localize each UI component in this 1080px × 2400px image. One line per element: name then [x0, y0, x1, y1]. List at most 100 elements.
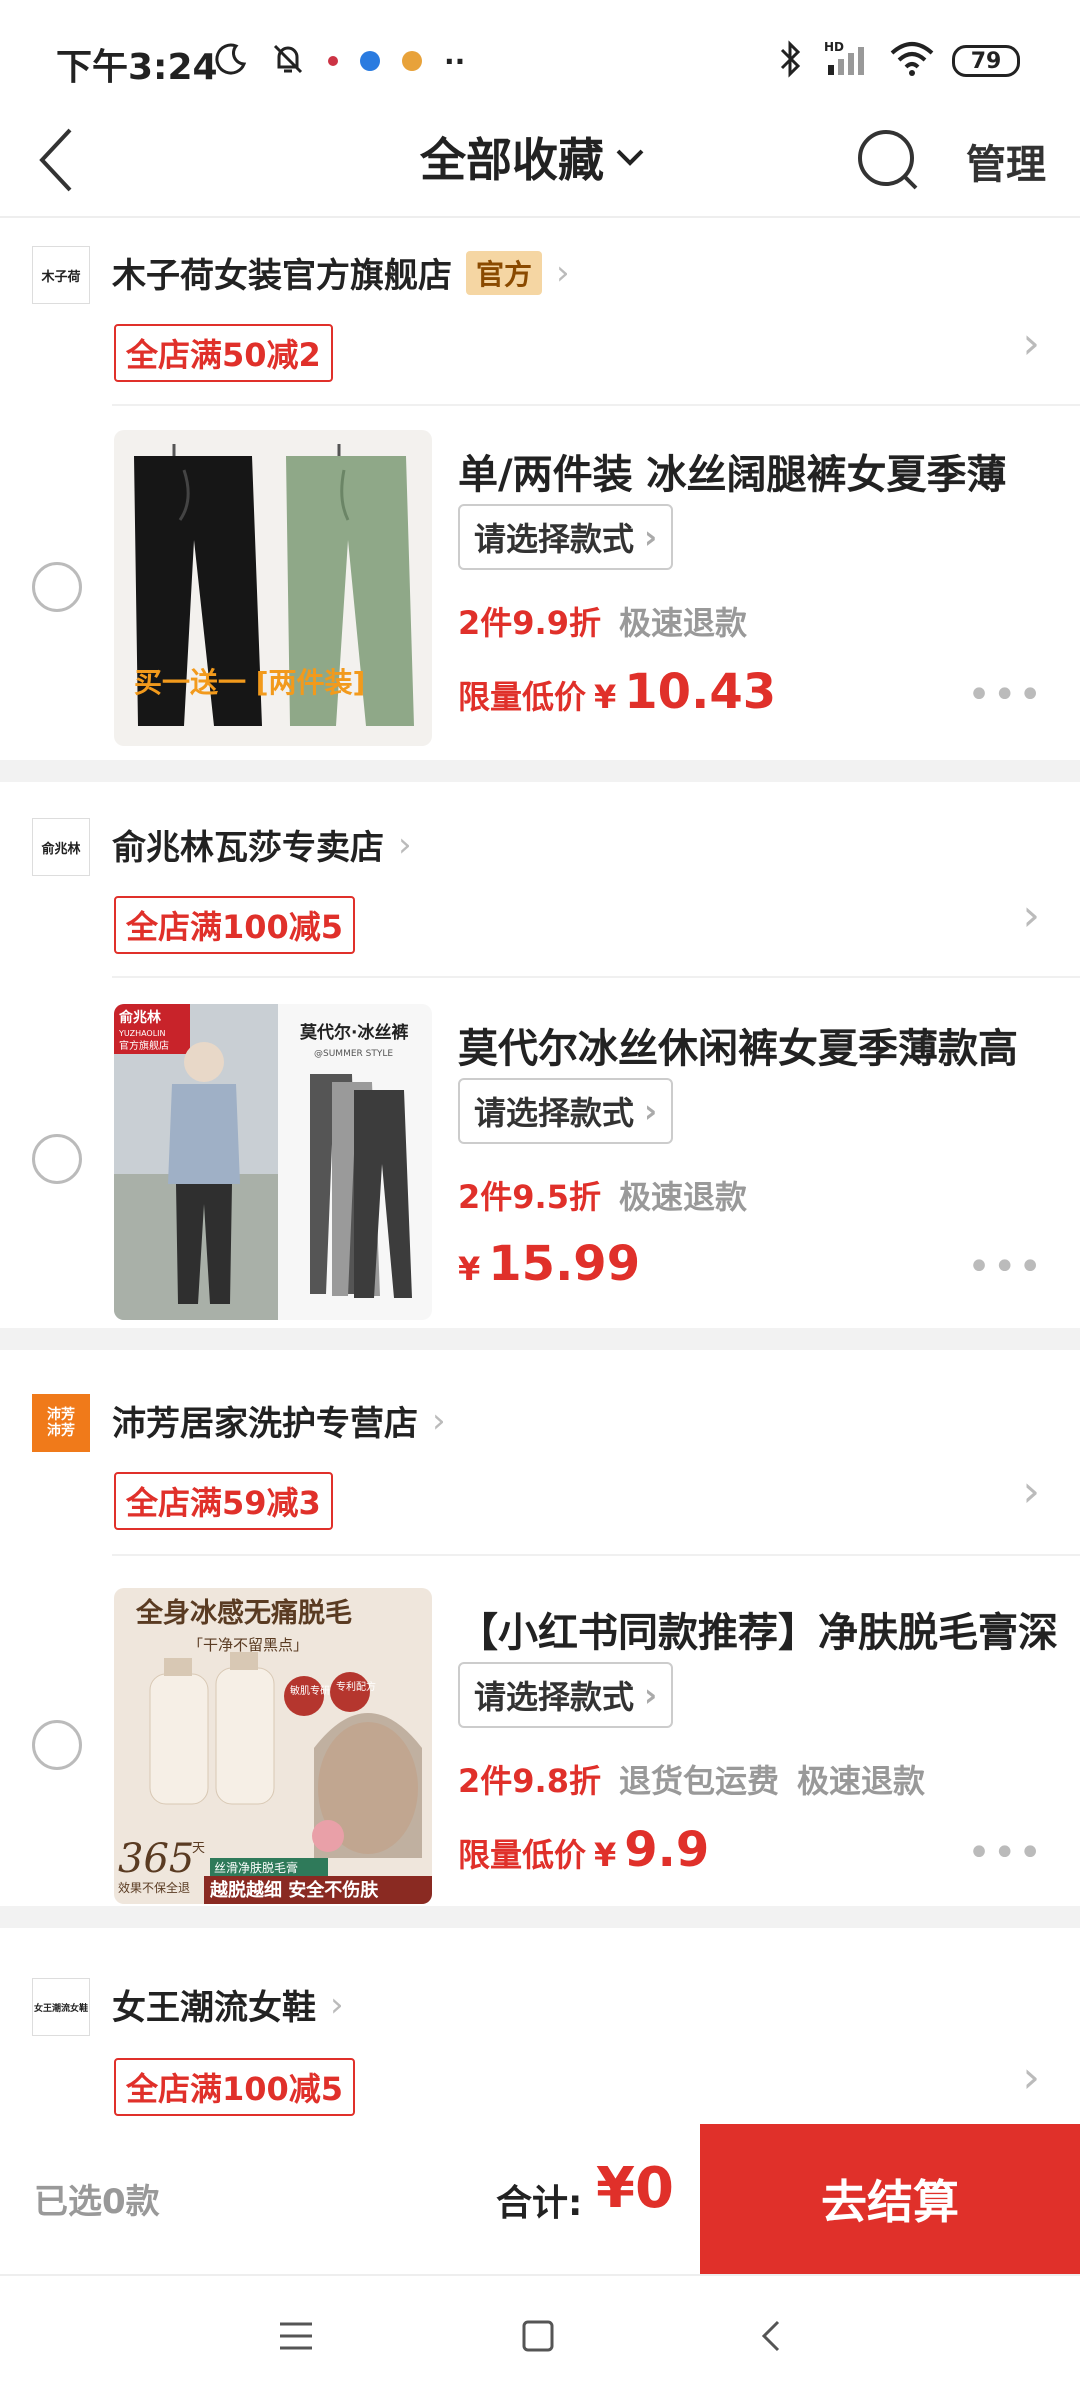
- product-title[interactable]: 【小红书同款推荐】净肤脱毛膏深: [458, 1600, 1058, 1658]
- title-dropdown[interactable]: 全部收藏: [420, 124, 648, 190]
- section-divider: [0, 1328, 1080, 1350]
- chevron-right-icon[interactable]: ›: [1022, 1466, 1040, 1517]
- header: 全部收藏 管理: [0, 100, 1080, 218]
- select-checkbox[interactable]: [32, 1134, 82, 1184]
- svg-text:HD: HD: [824, 40, 844, 54]
- price-row: 限量低价 ¥ 10.43: [458, 664, 776, 720]
- status-icons-right: HD 79: [778, 36, 1020, 86]
- product-image[interactable]: 俞兆林 YUZHAOLIN 官方旗舰店 莫代尔·冰丝裤 @SUMMER STYL…: [114, 1004, 432, 1320]
- product-price: 9.9: [624, 1822, 710, 1878]
- menu-button[interactable]: [266, 2306, 326, 2366]
- product-title[interactable]: 莫代尔冰丝休闲裤女夏季薄款高: [458, 1016, 1058, 1074]
- image-headline: 全身冰感无痛脱毛: [135, 1597, 352, 1629]
- menu-icon: [280, 2322, 312, 2350]
- divider: [112, 1554, 1080, 1556]
- mute-bell-icon: [270, 41, 306, 81]
- style-select-button[interactable]: 请选择款式 ›: [458, 1662, 674, 1728]
- price-row: ¥ 15.99: [458, 1236, 640, 1292]
- home-button[interactable]: [508, 2306, 568, 2366]
- checkout-button[interactable]: 去结算: [700, 2124, 1080, 2274]
- battery-indicator: 79: [952, 45, 1020, 77]
- style-select-button[interactable]: 请选择款式 ›: [458, 504, 674, 570]
- price-label: 限量低价: [458, 1836, 587, 1874]
- search-button[interactable]: [850, 122, 930, 202]
- price-label: 限量低价: [458, 678, 587, 716]
- back-icon: [761, 2320, 780, 2352]
- refund-tag: 极速退款: [618, 1178, 747, 1216]
- moon-icon: [214, 42, 248, 80]
- checkout-bar: 已选0款 合计: ¥0 去结算: [0, 2124, 1080, 2274]
- product-image[interactable]: 全身冰感无痛脱毛 「干净不留黑点」 敏肌专研 专利配方 365 天 效果不保全退…: [114, 1588, 432, 1904]
- store-card: 俞兆林 俞兆林瓦莎专卖店 › 全店满100减5 › 俞兆林 YUZHAOLIN …: [0, 782, 1080, 1328]
- product-title[interactable]: 单/两件装 冰丝阔腿裤女夏季薄: [458, 442, 1058, 500]
- chevron-right-icon: ›: [398, 824, 412, 865]
- more-options-icon[interactable]: •••: [967, 672, 1044, 718]
- image-brand-sub: 官方旗舰店: [119, 1039, 169, 1052]
- back-arrow-icon: [39, 128, 72, 192]
- section-divider: [0, 760, 1080, 782]
- store-logo: 俞兆林: [32, 818, 90, 876]
- search-icon: [858, 130, 918, 190]
- app-notification-icon-2: [402, 51, 422, 71]
- back-button[interactable]: [30, 120, 110, 200]
- product-tags: 2件9.5折 极速退款: [458, 1172, 747, 1218]
- refund-tag: 极速退款: [796, 1762, 925, 1800]
- currency-symbol: ¥: [594, 1836, 617, 1874]
- image-caption-en: @SUMMER STYLE: [314, 1049, 393, 1059]
- divider: [112, 404, 1080, 406]
- store-coupon[interactable]: 全店满100减5: [114, 2058, 356, 2116]
- section-divider: [0, 1906, 1080, 1928]
- chevron-right-icon[interactable]: ›: [1022, 890, 1040, 941]
- more-notifications-icon: ··: [444, 44, 466, 78]
- image-brand-en: YUZHAOLIN: [118, 1029, 166, 1038]
- store-coupon[interactable]: 全店满100减5: [114, 896, 356, 954]
- app-notification-icon: [360, 51, 380, 71]
- signal-icon: HD: [822, 39, 872, 83]
- total-label: 合计:: [496, 2183, 583, 2224]
- store-card: 沛芳 沛芳 沛芳居家洗护专营店 › 全店满59减3 › 全身冰感无痛脱毛 「干净不…: [0, 1350, 1080, 1906]
- discount-tag: 2件9.9折: [458, 604, 601, 642]
- store-header[interactable]: 沛芳居家洗护专营店 ›: [112, 1396, 446, 1445]
- store-header[interactable]: 俞兆林瓦莎专卖店 ›: [112, 820, 412, 869]
- style-select-button[interactable]: 请选择款式 ›: [458, 1078, 674, 1144]
- home-icon: [522, 2320, 554, 2352]
- style-label: 请选择款式: [474, 1678, 635, 1716]
- image-badge-1: 敏肌专研: [290, 1684, 330, 1697]
- price-row: 限量低价 ¥ 9.9: [458, 1822, 709, 1878]
- image-365-sub: 效果不保全退: [118, 1880, 190, 1895]
- more-options-icon[interactable]: •••: [967, 1244, 1044, 1290]
- store-header[interactable]: 女王潮流女鞋 ›: [112, 1980, 344, 2029]
- chevron-right-icon[interactable]: ›: [1022, 2052, 1040, 2103]
- store-card: 女王潮流女鞋 女王潮流女鞋 › 全店满100减5 ›: [0, 1928, 1080, 2124]
- bluetooth-icon: [778, 39, 804, 83]
- store-header[interactable]: 木子荷女装官方旗舰店 官方 ›: [112, 248, 570, 297]
- store-coupon[interactable]: 全店满50减2: [114, 324, 333, 382]
- status-icons-left: ··: [214, 38, 465, 84]
- image-footer: 越脱越细 安全不伤肤: [209, 1879, 379, 1901]
- chevron-right-icon: ›: [330, 1984, 344, 2025]
- style-label: 请选择款式: [474, 520, 635, 558]
- wifi-icon: [890, 41, 934, 81]
- free-return-tag: 退货包运费: [618, 1762, 779, 1800]
- chevron-right-icon: ›: [644, 1676, 658, 1714]
- store-name: 俞兆林瓦莎专卖店: [112, 828, 384, 868]
- style-label: 请选择款式: [474, 1094, 635, 1132]
- more-options-icon[interactable]: •••: [967, 1830, 1044, 1876]
- manage-button[interactable]: 管理: [966, 132, 1046, 190]
- page-title: 全部收藏: [420, 133, 604, 187]
- select-checkbox[interactable]: [32, 562, 82, 612]
- image-footer-tag: 丝滑净肤脱毛膏: [214, 1860, 298, 1875]
- chevron-right-icon[interactable]: ›: [1022, 318, 1040, 369]
- refund-tag: 极速退款: [618, 604, 747, 642]
- select-checkbox[interactable]: [32, 1720, 82, 1770]
- store-name: 女王潮流女鞋: [112, 1988, 316, 2028]
- product-tags: 2件9.9折 极速退款: [458, 598, 747, 644]
- store-logo-text: 沛芳 沛芳: [47, 1407, 75, 1439]
- store-coupon[interactable]: 全店满59减3: [114, 1472, 333, 1530]
- product-price: 10.43: [624, 664, 777, 720]
- chevron-right-icon: ›: [644, 518, 658, 556]
- product-image[interactable]: 买一送一 [两件装]: [114, 430, 432, 746]
- system-back-button[interactable]: [742, 2306, 802, 2366]
- store-logo: 女王潮流女鞋: [32, 1978, 90, 2036]
- store-logo: 沛芳 沛芳: [32, 1394, 90, 1452]
